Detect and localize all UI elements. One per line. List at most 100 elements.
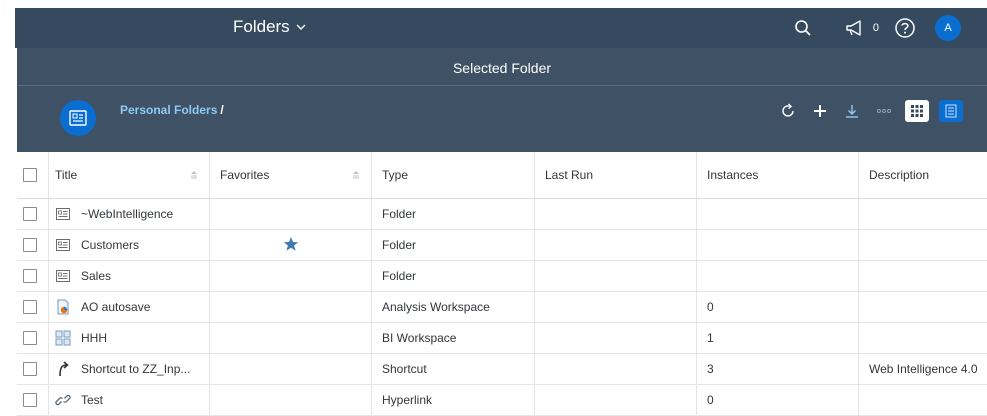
- title-cell: Shortcut to ZZ_Inp...: [49, 354, 210, 384]
- row-checkbox[interactable]: [23, 269, 37, 283]
- table-row[interactable]: Shortcut to ZZ_Inp... Shortcut 3 Web Intell…: [17, 354, 987, 385]
- favorite-star-icon[interactable]: [283, 236, 299, 255]
- instances-cell: [697, 230, 859, 260]
- row-select-cell: [17, 199, 49, 229]
- description-cell: [859, 230, 987, 260]
- item-title-link[interactable]: AO autosave: [81, 300, 150, 314]
- type-cell: Shortcut: [372, 354, 535, 384]
- table-row[interactable]: ~WebIntelligence Folder: [17, 199, 987, 230]
- more-options-icon[interactable]: [873, 100, 895, 122]
- folder-badge-icon: [60, 100, 96, 136]
- type-cell: Folder: [372, 261, 535, 291]
- chevron-down-icon: [296, 24, 306, 30]
- favorites-cell[interactable]: [210, 385, 372, 415]
- table-row[interactable]: AO autosave Analysis Workspace 0: [17, 292, 987, 323]
- type-cell: Folder: [372, 230, 535, 260]
- description-cell: [859, 261, 987, 291]
- refresh-icon[interactable]: [777, 100, 799, 122]
- instances-cell: [697, 199, 859, 229]
- search-icon[interactable]: [791, 16, 815, 40]
- add-icon[interactable]: [809, 100, 831, 122]
- description-cell: [859, 323, 987, 353]
- row-checkbox[interactable]: [23, 207, 37, 221]
- column-header-favorites[interactable]: Favorites: [210, 152, 372, 198]
- description-cell: [859, 292, 987, 322]
- title-cell: HHH: [49, 323, 210, 353]
- item-title-link[interactable]: ~WebIntelligence: [81, 207, 173, 221]
- item-title-link[interactable]: Shortcut to ZZ_Inp...: [81, 362, 190, 376]
- folder-icon: [55, 206, 71, 222]
- description-cell: [859, 199, 987, 229]
- help-icon[interactable]: [893, 16, 917, 40]
- row-checkbox[interactable]: [23, 331, 37, 345]
- column-header-description-label: Description: [869, 168, 930, 182]
- download-icon[interactable]: [841, 100, 863, 122]
- megaphone-icon[interactable]: [843, 16, 867, 40]
- type-cell: Folder: [372, 199, 535, 229]
- table-row[interactable]: Sales Folder: [17, 261, 987, 292]
- favorites-cell[interactable]: [210, 261, 372, 291]
- row-checkbox[interactable]: [23, 362, 37, 376]
- description-cell: [859, 385, 987, 415]
- title-cell: ~WebIntelligence: [49, 199, 210, 229]
- favorites-cell[interactable]: [210, 230, 372, 260]
- column-header-description[interactable]: Description: [859, 152, 987, 198]
- column-header-instances[interactable]: Instances: [697, 152, 859, 198]
- folder-icon: [55, 237, 71, 253]
- last-run-cell: [535, 230, 697, 260]
- folder-header: Selected Folder Personal Folders /: [17, 48, 987, 152]
- shell-bar: Folders 0 A: [15, 8, 987, 48]
- breadcrumb-separator: /: [220, 103, 224, 117]
- notification-count: 0: [872, 22, 879, 34]
- favorites-cell[interactable]: [210, 323, 372, 353]
- shortcut-icon: [55, 361, 71, 377]
- last-run-cell: [535, 292, 697, 322]
- type-cell: Analysis Workspace: [372, 292, 535, 322]
- instances-cell: 3: [697, 354, 859, 384]
- item-title-link[interactable]: Sales: [81, 269, 111, 283]
- row-checkbox[interactable]: [23, 393, 37, 407]
- folder-table: Title Favorites Type Last Run Instances …: [17, 152, 987, 416]
- type-cell: BI Workspace: [372, 323, 535, 353]
- folders-menu-button[interactable]: Folders: [233, 17, 306, 37]
- table-header-row: Title Favorites Type Last Run Instances …: [17, 152, 987, 199]
- select-all-cell: [17, 152, 49, 198]
- column-header-favorites-label: Favorites: [220, 168, 270, 182]
- bi-workspace-icon: [55, 330, 71, 346]
- row-checkbox[interactable]: [23, 300, 37, 314]
- breadcrumb: Personal Folders /: [120, 103, 224, 117]
- item-title-link[interactable]: Customers: [81, 238, 139, 252]
- table-row[interactable]: HHH BI Workspace 1: [17, 323, 987, 354]
- row-select-cell: [17, 385, 49, 415]
- column-header-title[interactable]: Title: [49, 152, 210, 198]
- description-cell: Web Intelligence 4.0: [869, 362, 978, 376]
- row-select-cell: [17, 354, 49, 384]
- column-header-last-run[interactable]: Last Run: [535, 152, 697, 198]
- column-header-type-label: Type: [382, 168, 409, 182]
- column-header-last-run-label: Last Run: [545, 168, 594, 182]
- breadcrumb-personal-folders[interactable]: Personal Folders: [120, 103, 217, 117]
- item-title-link[interactable]: Test: [81, 393, 103, 407]
- instances-cell: 0: [697, 292, 859, 322]
- row-select-cell: [17, 292, 49, 322]
- list-view-button[interactable]: [939, 100, 963, 122]
- row-checkbox[interactable]: [23, 238, 37, 252]
- table-row[interactable]: Customers Folder: [17, 230, 987, 261]
- instances-cell: [697, 261, 859, 291]
- table-row[interactable]: Test Hyperlink 0: [17, 385, 987, 416]
- sort-icon[interactable]: [351, 170, 361, 180]
- title-cell: Sales: [49, 261, 210, 291]
- grid-view-button[interactable]: [905, 100, 929, 122]
- avatar[interactable]: A: [935, 15, 961, 41]
- sort-icon[interactable]: [189, 170, 199, 180]
- favorites-cell[interactable]: [210, 354, 372, 384]
- favorites-cell[interactable]: [210, 199, 372, 229]
- select-all-checkbox[interactable]: [23, 168, 37, 182]
- instances-cell: 1: [697, 323, 859, 353]
- item-title-link[interactable]: HHH: [81, 331, 107, 345]
- favorites-cell[interactable]: [210, 292, 372, 322]
- column-header-type[interactable]: Type: [372, 152, 535, 198]
- last-run-cell: [535, 261, 697, 291]
- last-run-cell: [535, 323, 697, 353]
- column-header-instances-label: Instances: [707, 168, 759, 182]
